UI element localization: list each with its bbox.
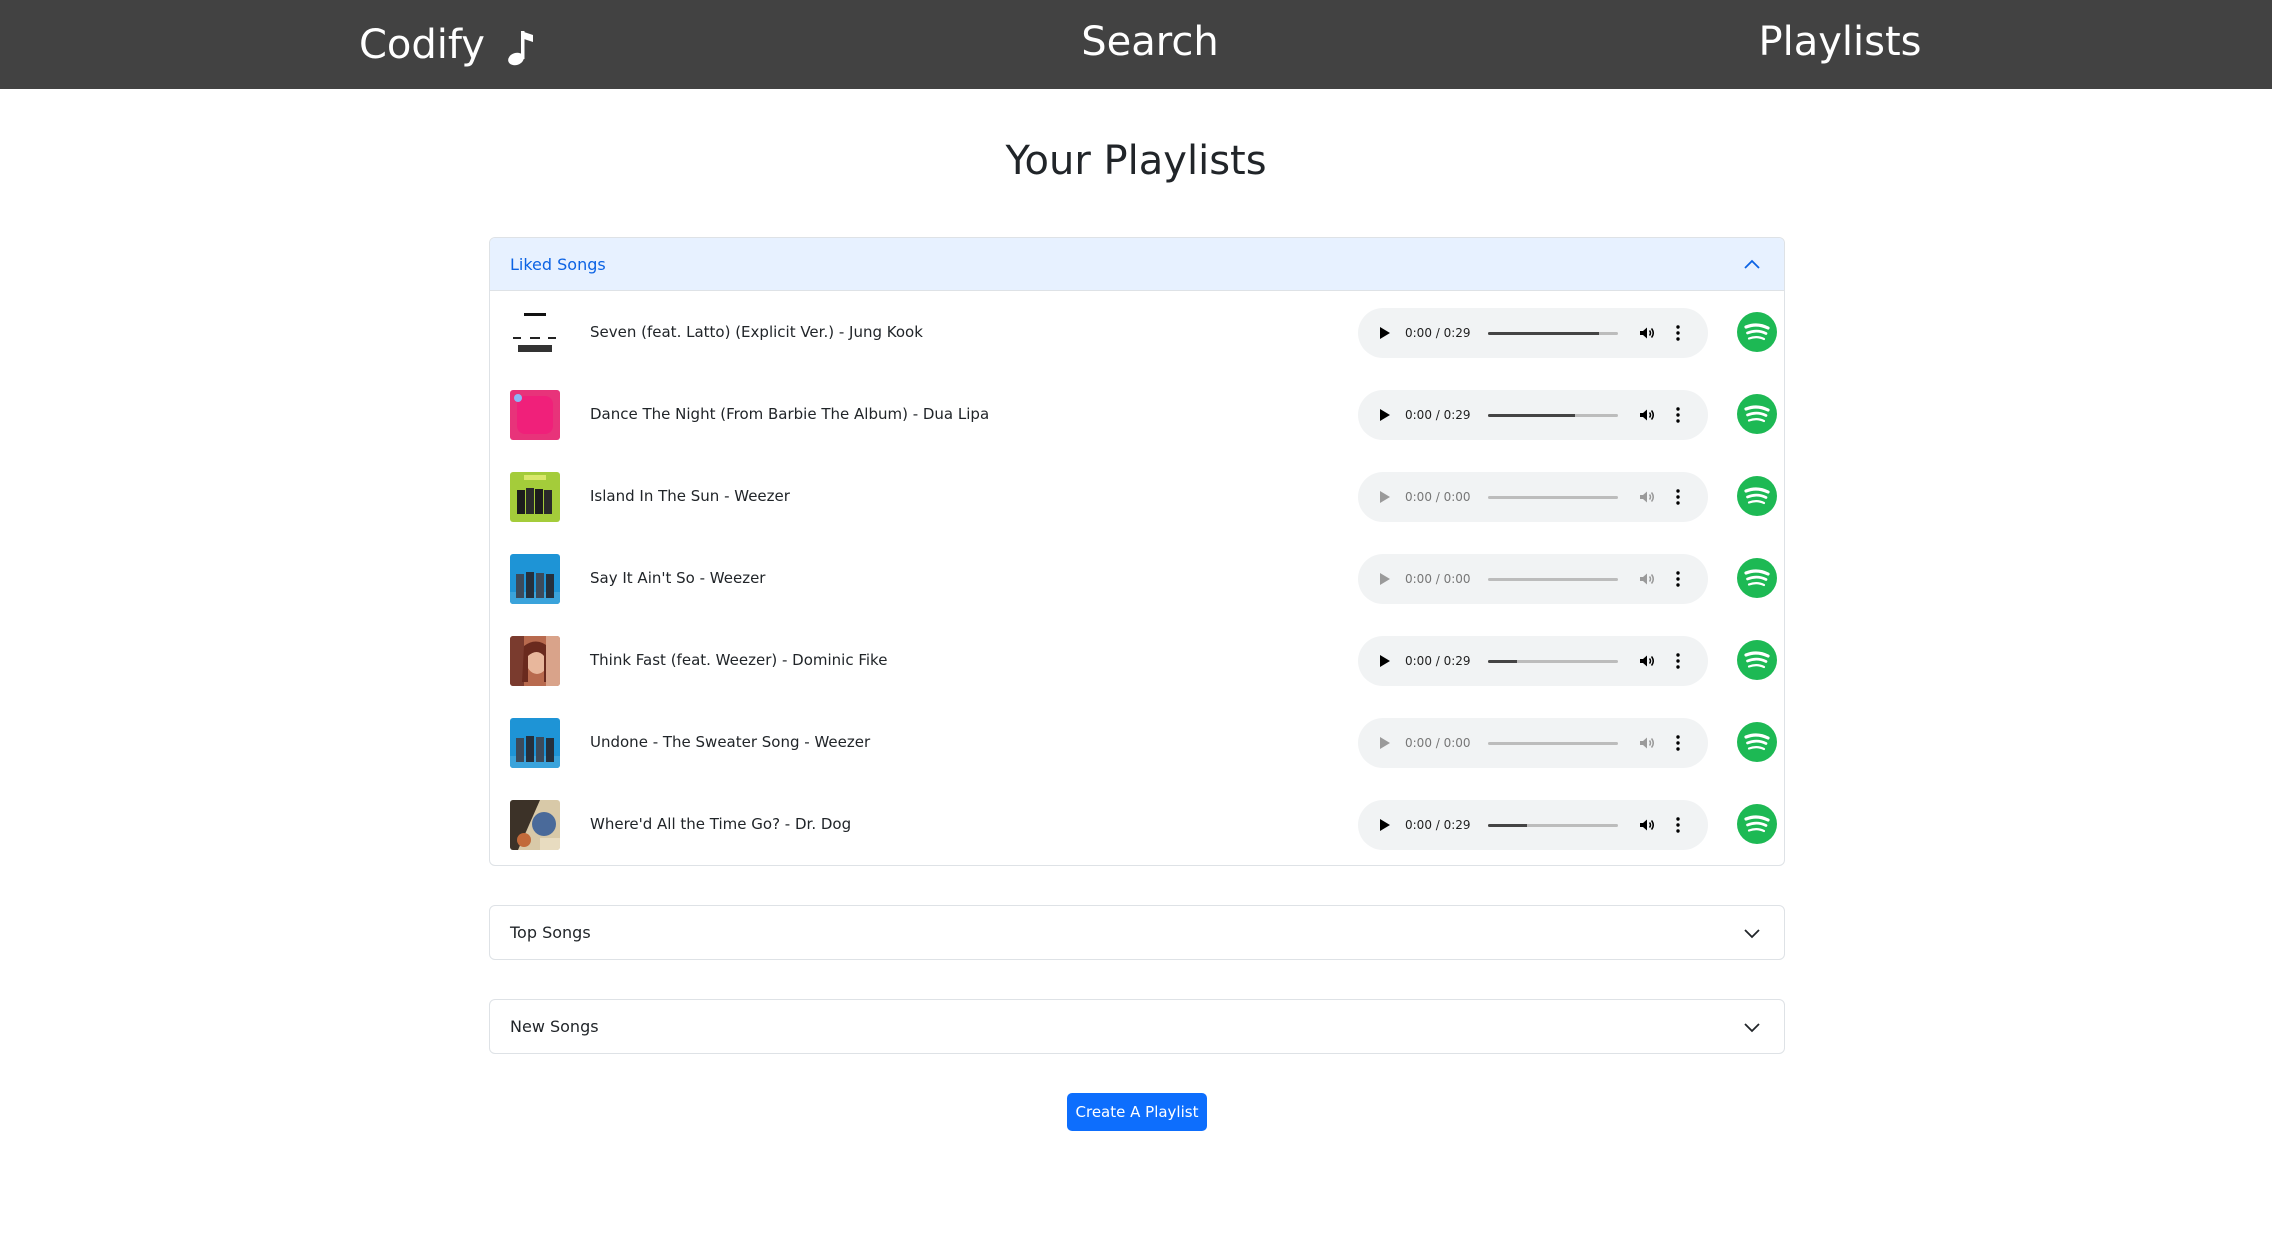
spotify-icon[interactable] <box>1737 804 1777 844</box>
album-art <box>510 472 560 522</box>
spotify-icon[interactable] <box>1737 558 1777 598</box>
audio-player: 0:00 / 0:00 <box>1358 554 1708 604</box>
album-art <box>510 636 560 686</box>
album-art <box>510 800 560 850</box>
album-art <box>510 308 560 358</box>
audio-player: 0:00 / 0:00 <box>1358 472 1708 522</box>
play-icon[interactable] <box>1376 325 1392 341</box>
song-title: Seven (feat. Latto) (Explicit Ver.) - Ju… <box>590 323 923 341</box>
page-title: Your Playlists <box>1005 138 1267 184</box>
audio-player: 0:00 / 0:29 <box>1358 636 1708 686</box>
volume-icon[interactable] <box>1638 734 1656 752</box>
chevron-down-icon <box>1744 929 1760 939</box>
accordion-header-liked-songs[interactable]: Liked Songs <box>490 238 1784 291</box>
spotify-icon[interactable] <box>1737 394 1777 434</box>
volume-icon[interactable] <box>1638 570 1656 588</box>
song-title: Island In The Sun - Weezer <box>590 487 790 505</box>
play-icon[interactable] <box>1376 407 1392 423</box>
music-note-icon <box>508 30 533 65</box>
brand-link[interactable]: Codify <box>359 0 535 89</box>
audio-player: 0:00 / 0:00 <box>1358 718 1708 768</box>
audio-time: 0:00 / 0:29 <box>1405 654 1471 668</box>
audio-seek-slider[interactable] <box>1488 742 1618 745</box>
accordion-label: Top Songs <box>510 923 591 942</box>
play-icon[interactable] <box>1376 571 1392 587</box>
audio-player: 0:00 / 0:29 <box>1358 800 1708 850</box>
song-title: Dance The Night (From Barbie The Album) … <box>590 405 990 423</box>
audio-time: 0:00 / 0:00 <box>1405 736 1471 750</box>
song-title: Think Fast (feat. Weezer) - Dominic Fike <box>590 651 888 669</box>
song-title: Undone - The Sweater Song - Weezer <box>590 733 871 751</box>
audio-seek-slider[interactable] <box>1488 578 1618 581</box>
accordion-header-top-songs[interactable]: Top Songs <box>490 906 1784 959</box>
more-options-icon[interactable] <box>1674 488 1682 506</box>
spotify-icon[interactable] <box>1737 722 1777 762</box>
seek-fill <box>1488 414 1576 417</box>
audio-seek-slider[interactable] <box>1488 332 1618 335</box>
accordion-label: Liked Songs <box>510 254 606 274</box>
audio-seek-slider[interactable] <box>1488 496 1618 499</box>
playlist-accordion-new-songs: New Songs <box>489 999 1785 1054</box>
audio-player: 0:00 / 0:29 <box>1358 308 1708 358</box>
song-title: Where'd All the Time Go? - Dr. Dog <box>590 815 852 833</box>
seek-fill <box>1488 824 1527 827</box>
song-row: Undone - The Sweater Song - Weezer 0:00 … <box>490 701 1784 783</box>
brand-name: Codify <box>359 21 485 68</box>
volume-icon[interactable] <box>1638 652 1656 670</box>
play-icon[interactable] <box>1376 653 1392 669</box>
song-row: Say It Ain't So - Weezer 0:00 / 0:00 <box>490 537 1784 619</box>
audio-time: 0:00 / 0:00 <box>1405 490 1471 504</box>
audio-time: 0:00 / 0:29 <box>1405 408 1471 422</box>
song-row: Where'd All the Time Go? - Dr. Dog 0:00 … <box>490 783 1784 865</box>
volume-icon[interactable] <box>1638 406 1656 424</box>
accordion-label: New Songs <box>510 1017 599 1036</box>
navbar: Codify Search Playlists <box>0 0 2272 89</box>
nav-playlists-link[interactable]: Playlists <box>1758 0 1921 89</box>
more-options-icon[interactable] <box>1674 406 1682 424</box>
seek-fill <box>1488 660 1517 663</box>
song-list: Seven (feat. Latto) (Explicit Ver.) - Ju… <box>490 291 1784 865</box>
create-playlist-button[interactable]: Create A Playlist <box>1067 1093 1207 1131</box>
audio-time: 0:00 / 0:29 <box>1405 818 1471 832</box>
song-title: Say It Ain't So - Weezer <box>590 569 766 587</box>
audio-player: 0:00 / 0:29 <box>1358 390 1708 440</box>
accordion-header-new-songs[interactable]: New Songs <box>490 1000 1784 1053</box>
spotify-icon[interactable] <box>1737 312 1777 352</box>
playlist-accordion-top-songs: Top Songs <box>489 905 1785 960</box>
chevron-down-icon <box>1744 1023 1760 1033</box>
more-options-icon[interactable] <box>1674 652 1682 670</box>
album-art <box>510 390 560 440</box>
spotify-icon[interactable] <box>1737 476 1777 516</box>
song-row: Island In The Sun - Weezer 0:00 / 0:00 <box>490 455 1784 537</box>
more-options-icon[interactable] <box>1674 570 1682 588</box>
audio-time: 0:00 / 0:29 <box>1405 326 1471 340</box>
volume-icon[interactable] <box>1638 324 1656 342</box>
play-icon[interactable] <box>1376 817 1392 833</box>
volume-icon[interactable] <box>1638 488 1656 506</box>
chevron-up-icon <box>1744 259 1760 269</box>
play-icon[interactable] <box>1376 735 1392 751</box>
volume-icon[interactable] <box>1638 816 1656 834</box>
song-row: Dance The Night (From Barbie The Album) … <box>490 373 1784 455</box>
album-art <box>510 718 560 768</box>
album-art <box>510 554 560 604</box>
more-options-icon[interactable] <box>1674 816 1682 834</box>
play-icon[interactable] <box>1376 489 1392 505</box>
audio-seek-slider[interactable] <box>1488 824 1618 827</box>
song-row: Think Fast (feat. Weezer) - Dominic Fike… <box>490 619 1784 701</box>
nav-search-link[interactable]: Search <box>1081 0 1218 89</box>
more-options-icon[interactable] <box>1674 324 1682 342</box>
more-options-icon[interactable] <box>1674 734 1682 752</box>
spotify-icon[interactable] <box>1737 640 1777 680</box>
playlist-accordion-liked-songs: Liked Songs Seven (feat. Latto) (Explici… <box>489 237 1785 866</box>
audio-time: 0:00 / 0:00 <box>1405 572 1471 586</box>
song-row: Seven (feat. Latto) (Explicit Ver.) - Ju… <box>490 291 1784 373</box>
audio-seek-slider[interactable] <box>1488 660 1618 663</box>
seek-fill <box>1488 332 1599 335</box>
audio-seek-slider[interactable] <box>1488 414 1618 417</box>
